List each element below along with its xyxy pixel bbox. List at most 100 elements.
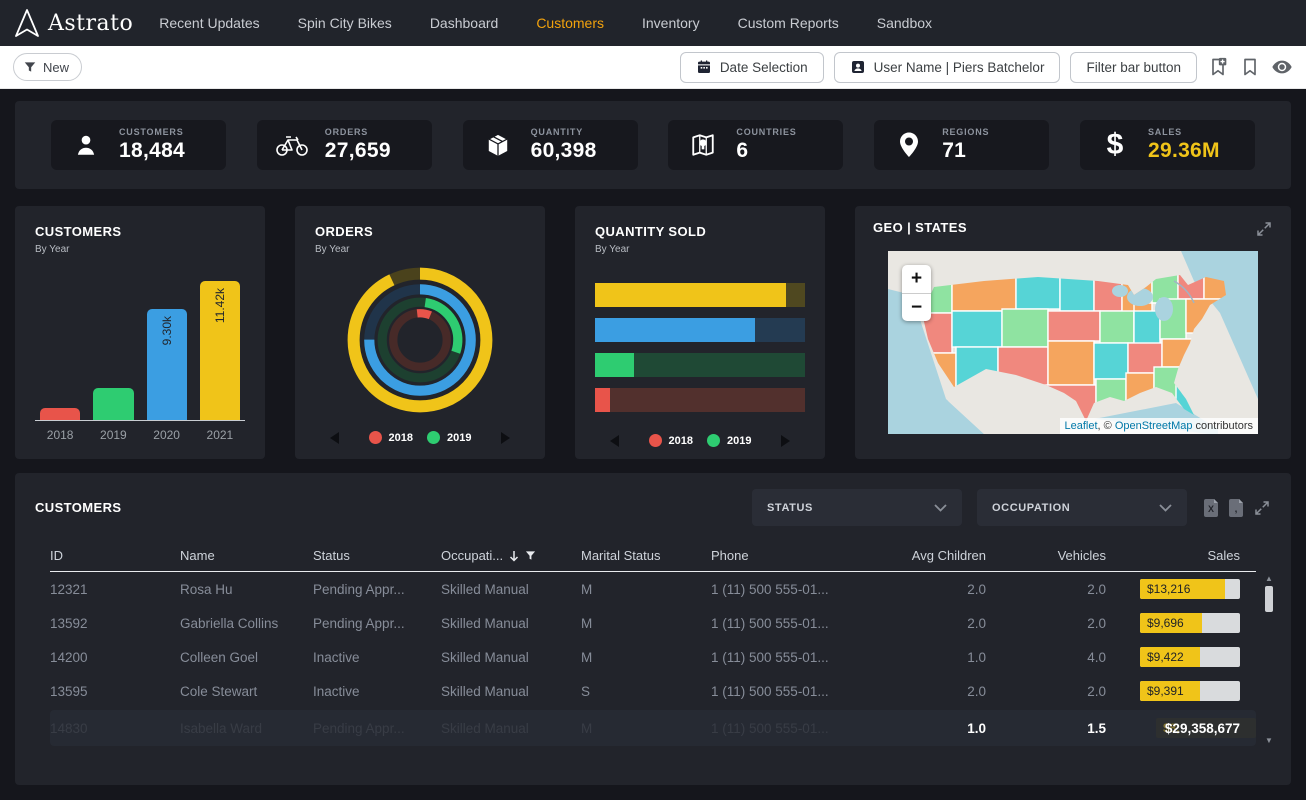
donut-track-2018 xyxy=(393,313,446,366)
legend-paginator: 2018 2019 xyxy=(595,434,805,447)
bar-2018[interactable] xyxy=(40,408,80,421)
nav-item-custom-reports[interactable]: Custom Reports xyxy=(738,15,839,31)
col-header-occupation[interactable]: Occupati... xyxy=(441,548,581,563)
ghost-cell: M xyxy=(581,721,711,736)
bar-2019[interactable] xyxy=(93,388,133,420)
table: ID Name Status Occupati... Marital Statu… xyxy=(35,540,1271,746)
table-row[interactable]: 13592 Gabriella Collins Pending Appr... … xyxy=(50,606,1256,640)
col-header-id[interactable]: ID xyxy=(50,548,180,563)
bar-value-label: 11.42k xyxy=(213,288,227,323)
scroll-up-icon[interactable]: ▲ xyxy=(1265,574,1273,584)
kpi-value: 29.36M xyxy=(1148,139,1220,163)
date-selection-button[interactable]: Date Selection xyxy=(680,52,824,83)
export-csv-icon[interactable]: , xyxy=(1228,499,1244,517)
bookmark-add-icon[interactable] xyxy=(1207,56,1229,78)
bar-value-label: 9.30k xyxy=(160,316,174,345)
filter-toolbar: New Date Selection User Name | Piers Bat… xyxy=(0,46,1306,89)
ghost-cell: 14830 xyxy=(50,721,180,736)
legend-prev-icon[interactable] xyxy=(610,435,619,447)
zoom-in-button[interactable]: + xyxy=(902,265,931,293)
location-pin-icon xyxy=(892,131,926,159)
col-header-avg-children[interactable]: Avg Children xyxy=(881,548,986,563)
col-header-vehicles[interactable]: Vehicles xyxy=(986,548,1106,563)
col-header-marital-status[interactable]: Marital Status xyxy=(581,548,711,563)
hbar-fill xyxy=(595,388,610,412)
new-filter-button[interactable]: New xyxy=(13,53,82,81)
table-row[interactable]: 13595 Cole Stewart Inactive Skilled Manu… xyxy=(50,674,1256,708)
scrollbar-thumb[interactable] xyxy=(1265,586,1273,612)
scroll-down-icon[interactable]: ▼ xyxy=(1265,736,1273,746)
zoom-out-button[interactable]: − xyxy=(902,293,931,321)
col-header-status[interactable]: Status xyxy=(313,548,441,563)
nav-items: Recent Updates Spin City Bikes Dashboard… xyxy=(159,15,932,31)
kpi-sales: $ SALES 29.36M xyxy=(1080,120,1255,170)
x-tick: 2018 xyxy=(40,428,80,442)
customers-table-panel: CUSTOMERS STATUS OCCUPATION X , xyxy=(15,473,1291,785)
expand-icon[interactable] xyxy=(1255,220,1273,238)
kpi-label: CUSTOMERS xyxy=(119,127,185,137)
hbar-2021[interactable] xyxy=(595,283,805,307)
nav-item-customers[interactable]: Customers xyxy=(536,15,604,31)
nav-item-sandbox[interactable]: Sandbox xyxy=(877,15,932,31)
expand-icon[interactable] xyxy=(1253,499,1271,517)
geo-title: GEO | STATES xyxy=(873,220,967,235)
astrato-logo-icon xyxy=(14,8,40,38)
col-header-sales[interactable]: Sales xyxy=(1106,548,1240,563)
column-filter-icon[interactable] xyxy=(525,550,536,561)
kpi-orders: ORDERS 27,659 xyxy=(257,120,432,170)
legend-dot xyxy=(369,431,382,444)
sales-bar: $9,696 xyxy=(1140,613,1240,633)
status-filter-dropdown[interactable]: STATUS xyxy=(752,489,962,526)
nav-item-recent-updates[interactable]: Recent Updates xyxy=(159,15,259,31)
legend-dot xyxy=(707,434,720,447)
hbar-2018[interactable] xyxy=(595,388,805,412)
x-tick: 2019 xyxy=(93,428,133,442)
toolbar-right-group: Date Selection User Name | Piers Batchel… xyxy=(680,52,1293,83)
leaflet-map[interactable]: + − Leaflet, © OpenStreetMap contributor… xyxy=(888,251,1258,434)
nav-item-inventory[interactable]: Inventory xyxy=(642,15,700,31)
chevron-down-icon xyxy=(1159,504,1172,512)
export-excel-icon[interactable]: X xyxy=(1203,499,1219,517)
brand[interactable]: Astrato xyxy=(14,8,133,38)
col-header-name[interactable]: Name xyxy=(180,548,313,563)
kpi-countries: COUNTRIES 6 xyxy=(668,120,843,170)
legend-item-2019[interactable]: 2019 xyxy=(707,434,751,447)
hbar-fill xyxy=(595,353,634,377)
kpi-regions: REGIONS 71 xyxy=(874,120,1049,170)
legend-item-2018[interactable]: 2018 xyxy=(369,431,413,444)
legend-item-2019[interactable]: 2019 xyxy=(427,431,471,444)
bookmark-icon[interactable] xyxy=(1239,56,1261,78)
legend-next-icon[interactable] xyxy=(501,432,510,444)
orders-donut-chart-panel: ORDERS By Year 2018 xyxy=(295,206,545,459)
bar-2020[interactable]: 9.30k xyxy=(147,309,187,420)
nav-item-spin-city-bikes[interactable]: Spin City Bikes xyxy=(298,15,392,31)
table-row[interactable]: 12321 Rosa Hu Pending Appr... Skilled Ma… xyxy=(50,572,1256,606)
kpi-label: REGIONS xyxy=(942,127,989,137)
scrollbar-track[interactable] xyxy=(1264,584,1274,736)
sort-descending-icon[interactable] xyxy=(509,550,519,562)
svg-text:X: X xyxy=(1208,504,1214,514)
hbar-2020[interactable] xyxy=(595,318,805,342)
legend-item-2018[interactable]: 2018 xyxy=(649,434,693,447)
leaflet-link[interactable]: Leaflet xyxy=(1065,420,1098,432)
map-zoom-control: + − xyxy=(902,265,931,321)
geo-states-panel: GEO | STATES xyxy=(855,206,1291,459)
legend-prev-icon[interactable] xyxy=(330,432,339,444)
svg-text:,: , xyxy=(1235,504,1238,515)
table-row[interactable]: 14200 Colleen Goel Inactive Skilled Manu… xyxy=(50,640,1256,674)
bar-2021[interactable]: 11.42k xyxy=(200,281,240,420)
user-badge-icon xyxy=(850,59,866,75)
osm-link[interactable]: OpenStreetMap xyxy=(1115,420,1193,432)
kpi-label: SALES xyxy=(1148,127,1220,137)
col-header-phone[interactable]: Phone xyxy=(711,548,881,563)
hbar-plot xyxy=(595,283,805,412)
eye-icon[interactable] xyxy=(1271,56,1293,78)
filter-bar-button[interactable]: Filter bar button xyxy=(1070,52,1197,83)
occupation-filter-dropdown[interactable]: OCCUPATION xyxy=(977,489,1187,526)
nav-item-dashboard[interactable]: Dashboard xyxy=(430,15,499,31)
funnel-icon xyxy=(23,60,37,74)
user-name-button[interactable]: User Name | Piers Batchelor xyxy=(834,52,1061,83)
hbar-2019[interactable] xyxy=(595,353,805,377)
legend-next-icon[interactable] xyxy=(781,435,790,447)
x-tick: 2021 xyxy=(200,428,240,442)
